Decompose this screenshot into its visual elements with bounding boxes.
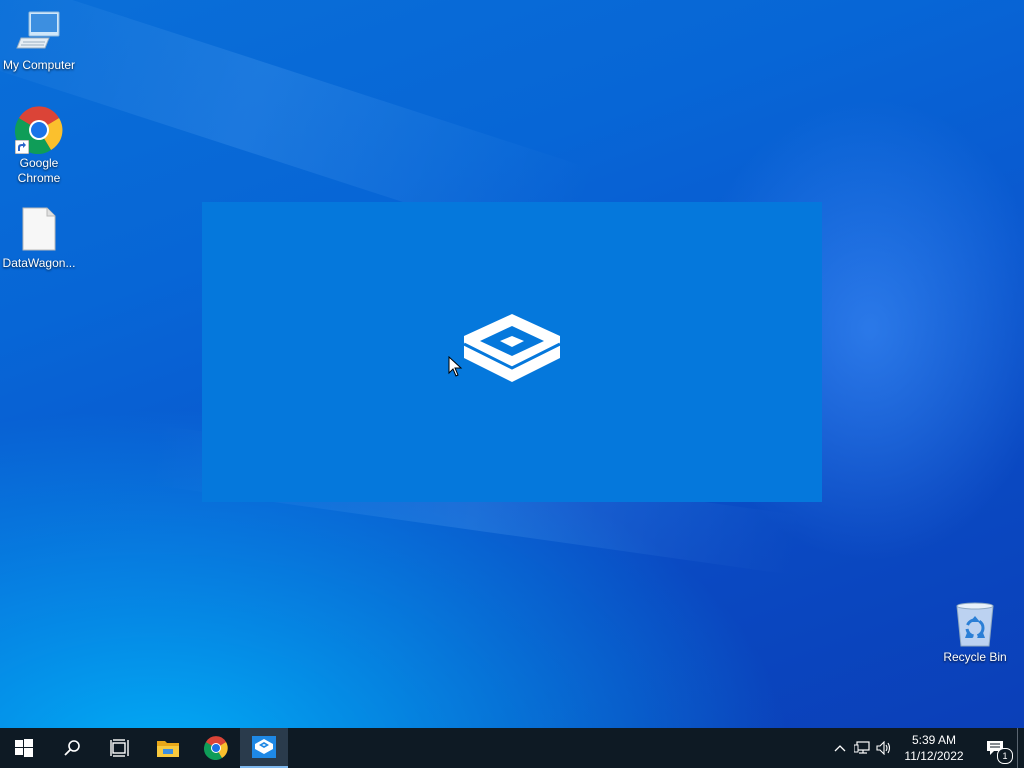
desktop-icon-datawagon[interactable]: DataWagon... [0, 206, 78, 271]
desktop-icon-label: Google Chrome [17, 156, 61, 185]
sandbox-box-icon [252, 736, 276, 758]
sandbox-taskbar-button[interactable] [240, 728, 288, 768]
clock[interactable]: 5:39 AM 11/12/2022 [895, 732, 973, 764]
show-hidden-icons-button[interactable] [829, 728, 851, 768]
sandbox-box-icon [460, 310, 564, 390]
search-button[interactable] [48, 728, 96, 768]
taskbar: 5:39 AM 11/12/2022 1 [0, 728, 1024, 768]
desktop-icon-label: My Computer [2, 58, 76, 72]
network-icon [854, 741, 870, 754]
notification-count-badge: 1 [997, 748, 1013, 764]
desktop-icon-recycle-bin[interactable]: Recycle Bin [936, 600, 1014, 665]
desktop-icon-label: DataWagon... [2, 256, 76, 270]
file-explorer-button[interactable] [144, 728, 192, 768]
clock-date: 11/12/2022 [904, 749, 964, 763]
sandbox-splash-window [202, 202, 822, 502]
shortcut-arrow-icon [15, 140, 29, 154]
desktop[interactable]: My Computer Google Chrome DataWagon... R… [0, 0, 1024, 728]
chrome-taskbar-button[interactable] [192, 728, 240, 768]
desktop-icon-label: Recycle Bin [943, 650, 1007, 664]
windows-logo-icon [15, 739, 33, 757]
action-center-button[interactable]: 1 [973, 728, 1017, 768]
search-icon [64, 740, 80, 756]
system-tray: 5:39 AM 11/12/2022 1 [829, 728, 1024, 768]
network-button[interactable] [851, 728, 873, 768]
start-button[interactable] [0, 728, 48, 768]
clock-time: 5:39 AM [911, 733, 957, 747]
folder-icon [157, 741, 179, 757]
show-desktop-button[interactable] [1017, 728, 1024, 768]
chrome-icon [14, 106, 63, 155]
volume-button[interactable] [873, 728, 895, 768]
desktop-icon-google-chrome[interactable]: Google Chrome [0, 106, 78, 186]
computer-icon [15, 8, 63, 56]
volume-icon [876, 741, 891, 755]
desktop-icon-my-computer[interactable]: My Computer [0, 8, 78, 73]
recycle-bin-icon [951, 600, 999, 648]
task-view-button[interactable] [96, 728, 144, 768]
chevron-up-icon [834, 745, 846, 752]
file-icon [15, 206, 63, 254]
chrome-icon [204, 736, 228, 760]
task-view-icon [110, 739, 129, 757]
